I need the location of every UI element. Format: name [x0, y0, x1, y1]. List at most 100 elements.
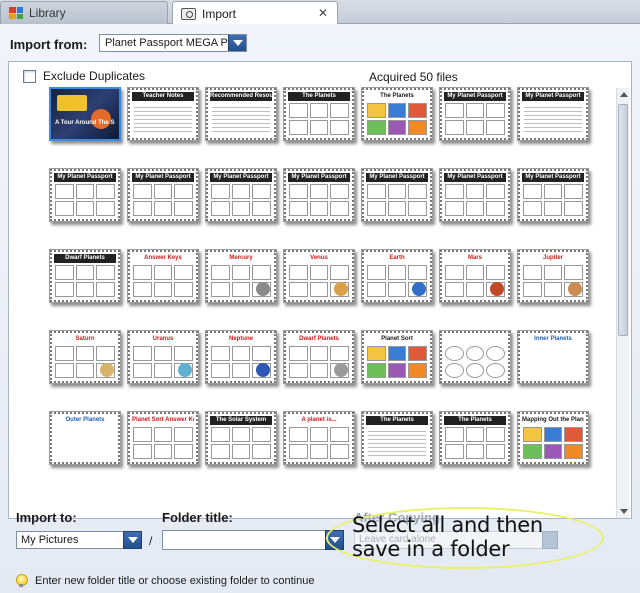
- import-to-label: Import to:: [16, 510, 77, 525]
- thumbnail-6[interactable]: My Planet Passport: [439, 87, 511, 141]
- thumbnail-title: Outer Planets: [65, 417, 105, 423]
- thumbnail-boxes: [289, 103, 349, 135]
- scroll-thumb[interactable]: [618, 104, 628, 336]
- thumbnail-title: My Planet Passport: [522, 173, 584, 182]
- thumbnail-boxes: [133, 184, 193, 216]
- thumbnail-12[interactable]: My Planet Passport: [361, 168, 433, 222]
- thumbnail-panel: Exclude Duplicates Acquired 50 files A T…: [8, 61, 632, 519]
- thumbnail-title: The Planets: [366, 416, 428, 425]
- thumbnail-title: [444, 335, 506, 344]
- import-to-value: My Pictures: [21, 534, 79, 546]
- thumbnail-17[interactable]: Mercury: [205, 249, 277, 303]
- thumbnail-23[interactable]: Uranus: [127, 330, 199, 384]
- thumbnail-title: My Planet Passport: [444, 173, 506, 182]
- planet-icon: [568, 282, 582, 296]
- thumbnail-31[interactable]: The Solar System: [205, 411, 277, 465]
- thumbnail-22[interactable]: Saturn: [49, 330, 121, 384]
- thumbnail-13[interactable]: My Planet Passport: [439, 168, 511, 222]
- thumbnail-boxes: [289, 427, 349, 459]
- import-from-label: Import from:: [10, 37, 88, 52]
- thumbnail-8[interactable]: My Planet Passport: [49, 168, 121, 222]
- thumbnail-3[interactable]: Recommended Resources: [205, 87, 277, 141]
- close-icon[interactable]: ✕: [317, 7, 329, 20]
- planet-icon: [412, 282, 426, 296]
- tab-import[interactable]: Import ✕: [172, 1, 338, 25]
- thumbnail-title: Mapping Out the Planets: [522, 417, 584, 423]
- thumbnail-text-lines: [524, 104, 582, 134]
- thumbnail-scrollbar[interactable]: [616, 88, 629, 518]
- thumbnail-text-lines: [212, 104, 270, 134]
- thumbnail-boxes: [133, 265, 193, 297]
- tab-bar: Library Import ✕: [0, 0, 640, 25]
- thumbnail-29[interactable]: Outer Planets: [49, 411, 121, 465]
- thumbnail-title: The Planets: [288, 92, 350, 101]
- chevron-down-icon[interactable]: [228, 35, 246, 51]
- thumbnail-11[interactable]: My Planet Passport: [283, 168, 355, 222]
- exclude-duplicates-checkbox[interactable]: [23, 69, 36, 83]
- thumbnail-9[interactable]: My Planet Passport: [127, 168, 199, 222]
- thumbnail-text-lines: [134, 104, 192, 134]
- thumbnail-2[interactable]: Teacher Notes: [127, 87, 199, 141]
- thumbnail-16[interactable]: Answer Keys: [127, 249, 199, 303]
- exclude-duplicates-label: Exclude Duplicates: [43, 69, 146, 83]
- thumbnail-1[interactable]: A Tour Around The Solar System: [49, 87, 121, 141]
- folder-title-input[interactable]: [162, 530, 326, 550]
- thumbnail-27[interactable]: [439, 330, 511, 384]
- thumbnail-30[interactable]: Planet Sort Answer Key: [127, 411, 199, 465]
- exclude-duplicates-option[interactable]: Exclude Duplicates: [23, 69, 145, 83]
- thumbnail-33[interactable]: The Planets: [361, 411, 433, 465]
- thumbnail-28[interactable]: Inner Planets: [517, 330, 589, 384]
- planet-icon: [256, 363, 270, 377]
- thumbnail-title: Mars: [467, 255, 482, 261]
- thumbnail-title: Inner Planets: [534, 336, 572, 342]
- import-destination-area: Import to: Folder title: After Copying: …: [0, 497, 640, 569]
- thumbnail-title: The Planets: [380, 93, 414, 99]
- thumbnail-19[interactable]: Earth: [361, 249, 433, 303]
- thumbnail-18[interactable]: Venus: [283, 249, 355, 303]
- thumbnail-boxes: [289, 184, 349, 216]
- thumbnail-title: Planet Sort Answer Key: [132, 417, 194, 423]
- thumbnail-21[interactable]: Jupiter: [517, 249, 589, 303]
- thumbnail-26[interactable]: Planet Sort: [361, 330, 433, 384]
- chevron-down-icon[interactable]: [123, 531, 142, 549]
- planet-icon: [334, 363, 348, 377]
- lightbulb-icon: [16, 574, 28, 588]
- thumbnail-title: Mercury: [229, 255, 253, 261]
- import-to-dropdown[interactable]: My Pictures: [16, 531, 142, 549]
- planet-icon: [334, 282, 348, 296]
- thumbnail-24[interactable]: Neptune: [205, 330, 277, 384]
- thumbnail-boxes: [55, 184, 115, 216]
- thumbnail-4[interactable]: The Planets: [283, 87, 355, 141]
- thumbnail-34[interactable]: The Planets: [439, 411, 511, 465]
- thumbnail-boxes: [445, 346, 505, 378]
- thumbnail-title: My Planet Passport: [132, 173, 194, 182]
- thumbnail-boxes: [523, 427, 583, 459]
- thumbnail-35[interactable]: Mapping Out the Planets: [517, 411, 589, 465]
- thumbnail-boxes: [367, 103, 427, 135]
- thumbnail-boxes: [133, 427, 193, 459]
- planet-icon: [256, 282, 270, 296]
- tab-library[interactable]: Library: [0, 1, 168, 24]
- thumbnail-25[interactable]: Dwarf Planets: [283, 330, 355, 384]
- import-source-dropdown[interactable]: Planet Passport MEGA Packet: [99, 34, 247, 52]
- thumbnail-title: Uranus: [152, 336, 174, 342]
- scroll-up-arrow-icon[interactable]: [617, 88, 630, 101]
- thumbnail-14[interactable]: My Planet Passport: [517, 168, 589, 222]
- thumbnail-15[interactable]: Dwarf Planets: [49, 249, 121, 303]
- folder-title-label: Folder title:: [162, 510, 233, 525]
- thumbnail-5[interactable]: The Planets: [361, 87, 433, 141]
- thumbnail-boxes: [445, 103, 505, 135]
- thumbnail-title: The Planets: [444, 416, 506, 425]
- thumbnail-title: Planet Sort: [381, 336, 413, 342]
- cover-art: [51, 89, 119, 139]
- planet-icon: [178, 363, 192, 377]
- thumbnail-boxes: [211, 184, 271, 216]
- thumbnail-7[interactable]: My Planet Passport: [517, 87, 589, 141]
- thumbnail-10[interactable]: My Planet Passport: [205, 168, 277, 222]
- thumbnail-32[interactable]: A planet is...: [283, 411, 355, 465]
- thumbnail-boxes: [445, 427, 505, 459]
- annotation-text: Select all and then save in a folder: [352, 513, 543, 561]
- thumbnail-20[interactable]: Mars: [439, 249, 511, 303]
- thumbnail-boxes: [523, 184, 583, 216]
- planet-icon: [100, 363, 114, 377]
